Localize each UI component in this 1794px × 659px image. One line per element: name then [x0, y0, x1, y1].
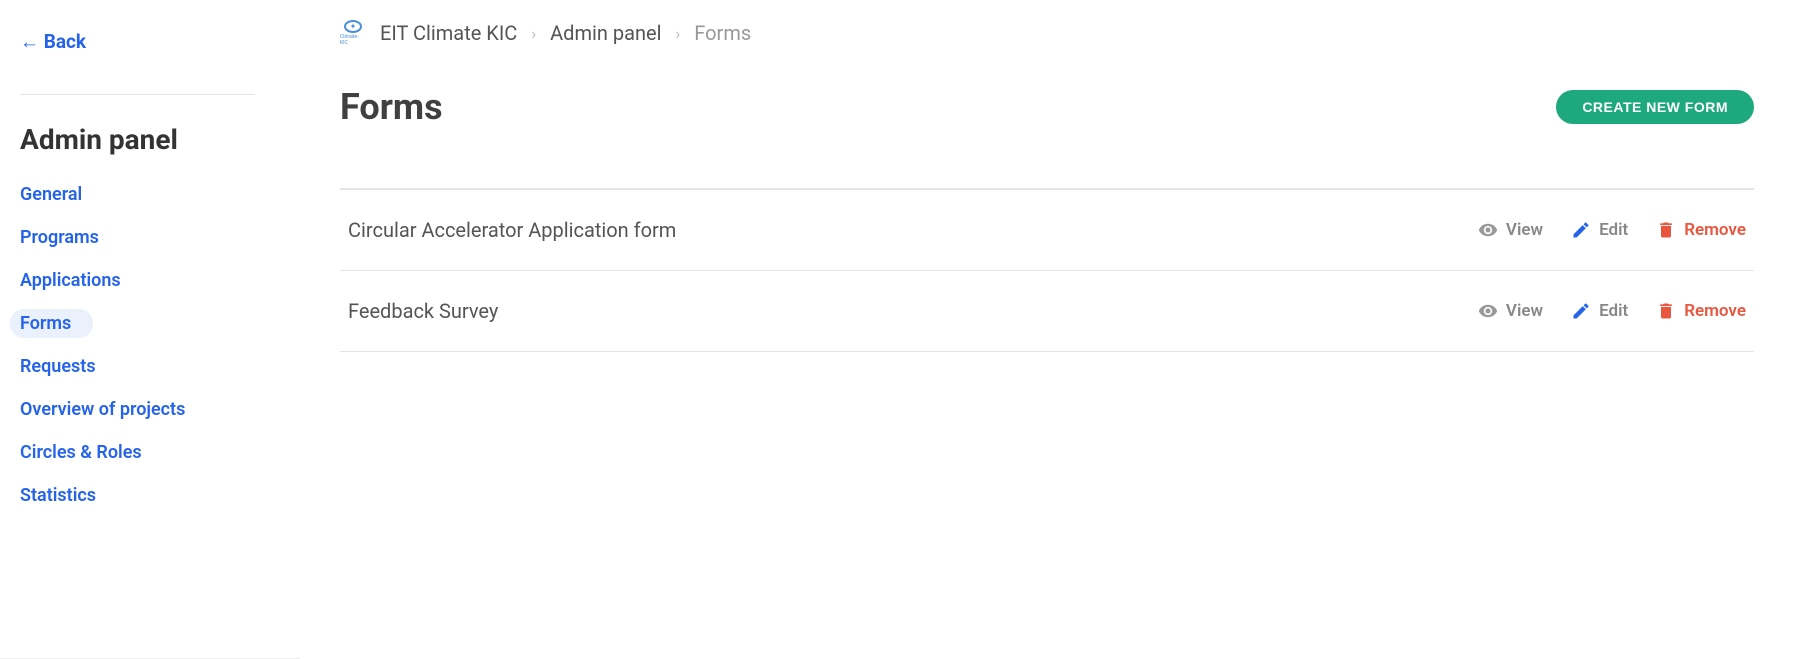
org-logo: ✦ Climate-KIC [340, 20, 366, 46]
form-name: Feedback Survey [348, 299, 498, 323]
sidebar-item-circles-roles[interactable]: Circles & Roles [20, 438, 152, 467]
remove-button[interactable]: Remove [1656, 220, 1746, 240]
sidebar-divider [20, 94, 255, 95]
page-title: Forms [340, 86, 443, 128]
sidebar: ← Back Admin panel General Programs Appl… [0, 0, 300, 659]
form-actions: View Edit Remove [1478, 301, 1746, 321]
sidebar-title: Admin panel [20, 123, 280, 156]
sidebar-nav: General Programs Applications Forms Requ… [20, 180, 280, 510]
sidebar-item-statistics[interactable]: Statistics [20, 481, 106, 510]
main-content: ✦ Climate-KIC EIT Climate KIC › Admin pa… [300, 0, 1794, 659]
view-button[interactable]: View [1478, 220, 1543, 240]
create-new-form-button[interactable]: CREATE NEW FORM [1556, 90, 1754, 124]
chevron-right-icon: › [675, 24, 680, 43]
breadcrumb: ✦ Climate-KIC EIT Climate KIC › Admin pa… [340, 20, 1754, 46]
remove-label: Remove [1684, 301, 1746, 321]
sidebar-item-forms[interactable]: Forms [10, 309, 93, 338]
view-button[interactable]: View [1478, 301, 1543, 321]
forms-list: Circular Accelerator Application form Vi… [340, 188, 1754, 352]
chevron-right-icon: › [531, 24, 536, 43]
edit-label: Edit [1599, 301, 1628, 321]
trash-icon [1656, 220, 1676, 240]
breadcrumb-org[interactable]: EIT Climate KIC [380, 21, 517, 45]
edit-label: Edit [1599, 220, 1628, 240]
view-label: View [1506, 301, 1543, 321]
form-name: Circular Accelerator Application form [348, 218, 676, 242]
back-link[interactable]: ← Back [20, 30, 280, 74]
sidebar-item-programs[interactable]: Programs [20, 223, 109, 252]
sidebar-item-general[interactable]: General [20, 180, 92, 209]
eye-icon [1478, 301, 1498, 321]
page-header: Forms CREATE NEW FORM [340, 86, 1754, 128]
edit-button[interactable]: Edit [1571, 301, 1628, 321]
edit-button[interactable]: Edit [1571, 220, 1628, 240]
view-label: View [1506, 220, 1543, 240]
remove-label: Remove [1684, 220, 1746, 240]
sidebar-item-overview-projects[interactable]: Overview of projects [20, 395, 195, 424]
form-actions: View Edit Remove [1478, 220, 1746, 240]
form-row: Circular Accelerator Application form Vi… [340, 190, 1754, 271]
breadcrumb-panel[interactable]: Admin panel [550, 21, 661, 45]
eye-icon [1478, 220, 1498, 240]
sidebar-item-applications[interactable]: Applications [20, 266, 131, 295]
breadcrumb-current: Forms [694, 21, 751, 45]
remove-button[interactable]: Remove [1656, 301, 1746, 321]
form-row: Feedback Survey View Edit [340, 271, 1754, 352]
sidebar-item-requests[interactable]: Requests [20, 352, 106, 381]
pencil-icon [1571, 220, 1591, 240]
pencil-icon [1571, 301, 1591, 321]
trash-icon [1656, 301, 1676, 321]
